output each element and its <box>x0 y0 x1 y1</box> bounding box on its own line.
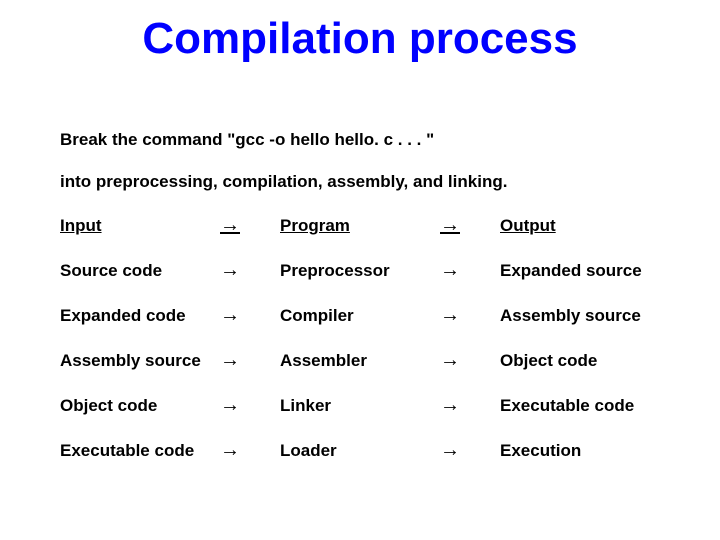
process-table: Input → Program → Output Source code → P… <box>60 214 670 462</box>
cell-output: Execution <box>500 441 670 461</box>
slide: Compilation process Break the command "g… <box>0 0 720 540</box>
arrow-icon: → <box>220 394 280 417</box>
intro-line-1: Break the command "gcc -o hello hello. c… <box>60 130 670 150</box>
table-row: Source code → Preprocessor → Expanded so… <box>60 259 670 282</box>
table-row: Expanded code → Compiler → Assembly sour… <box>60 304 670 327</box>
cell-output: Executable code <box>500 396 670 416</box>
arrow-icon: → <box>220 214 280 237</box>
arrow-icon: → <box>440 349 500 372</box>
cell-input: Source code <box>60 261 220 281</box>
header-output: Output <box>500 216 670 236</box>
header-input: Input <box>60 216 220 236</box>
header-program: Program <box>280 216 440 236</box>
arrow-icon: → <box>440 439 500 462</box>
arrow-icon: → <box>440 214 500 237</box>
intro-line-2: into preprocessing, compilation, assembl… <box>60 172 670 192</box>
cell-program: Linker <box>280 396 440 416</box>
arrow-icon: → <box>440 394 500 417</box>
arrow-icon: → <box>440 304 500 327</box>
cell-input: Executable code <box>60 441 220 461</box>
table-row: Executable code → Loader → Execution <box>60 439 670 462</box>
table-row: Object code → Linker → Executable code <box>60 394 670 417</box>
cell-output: Object code <box>500 351 670 371</box>
cell-program: Assembler <box>280 351 440 371</box>
arrow-icon: → <box>220 259 280 282</box>
slide-title: Compilation process <box>0 14 720 64</box>
cell-program: Loader <box>280 441 440 461</box>
arrow-icon: → <box>220 304 280 327</box>
arrow-icon: → <box>440 259 500 282</box>
cell-program: Preprocessor <box>280 261 440 281</box>
table-row: Assembly source → Assembler → Object cod… <box>60 349 670 372</box>
arrow-icon: → <box>220 349 280 372</box>
cell-output: Assembly source <box>500 306 670 326</box>
cell-input: Assembly source <box>60 351 220 371</box>
arrow-icon: → <box>220 439 280 462</box>
table-header-row: Input → Program → Output <box>60 214 670 237</box>
cell-input: Object code <box>60 396 220 416</box>
cell-program: Compiler <box>280 306 440 326</box>
cell-input: Expanded code <box>60 306 220 326</box>
slide-body: Break the command "gcc -o hello hello. c… <box>60 130 670 484</box>
cell-output: Expanded source <box>500 261 670 281</box>
